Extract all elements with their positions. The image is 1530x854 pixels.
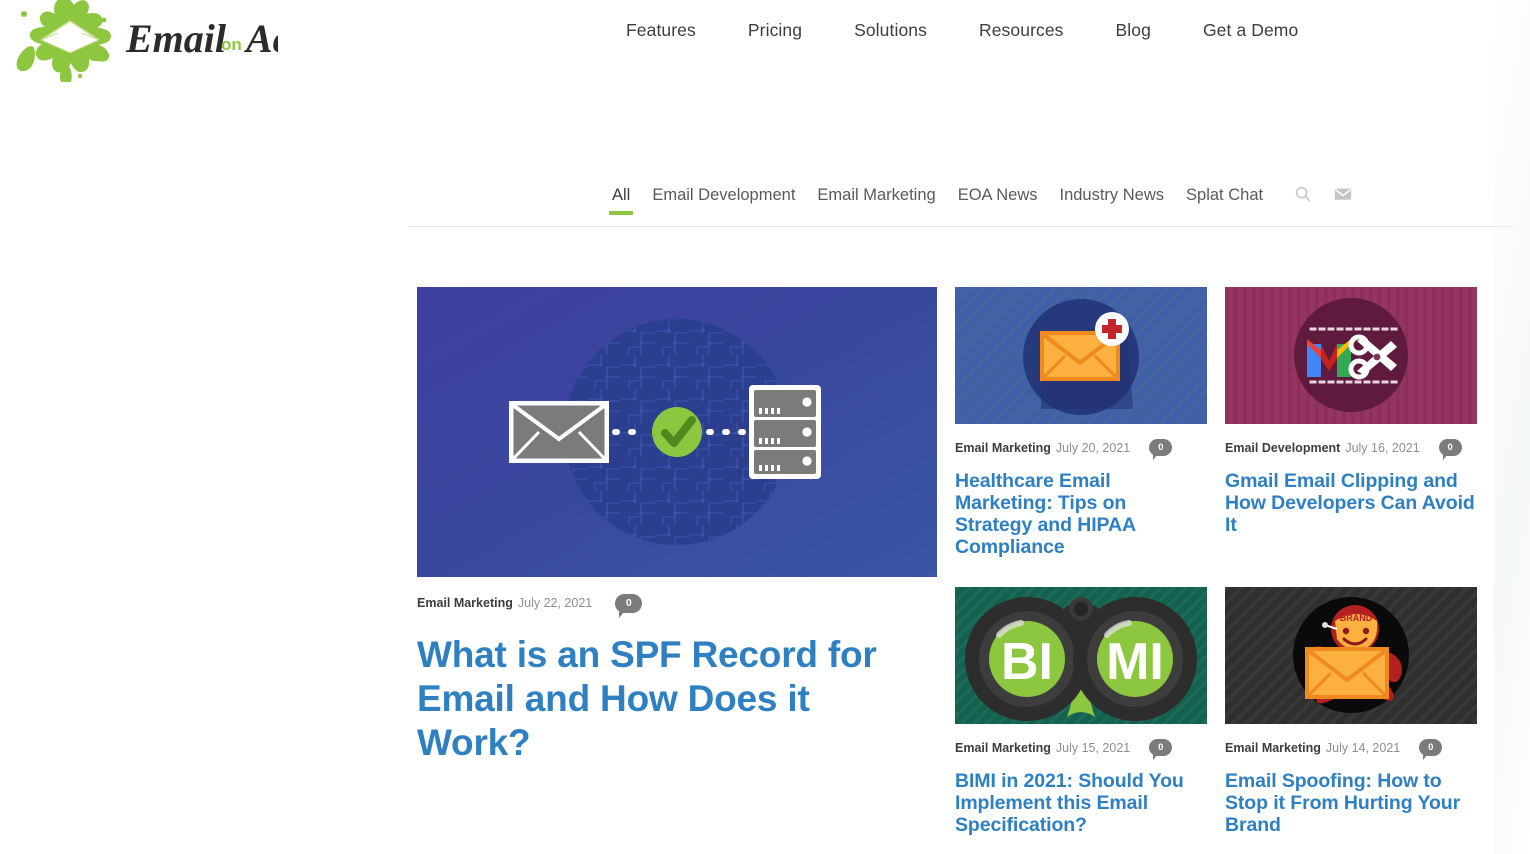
featured-post-comment-badge[interactable]: 0 — [615, 593, 643, 618]
post-meta-bimi: Email Marketing July 15, 2021 0 — [955, 738, 1207, 760]
featured-post-category[interactable]: Email Marketing — [417, 596, 513, 610]
post-meta-healthcare: Email Marketing July 20, 2021 0 — [955, 438, 1207, 460]
featured-post-meta: Email Marketing July 22, 2021 0 — [417, 593, 937, 618]
post-thumbnail-bimi[interactable]: BI MI — [955, 587, 1207, 724]
featured-post-comment-count: 0 — [625, 597, 632, 609]
post-comment-count-email-spoofing: 0 — [1428, 742, 1434, 753]
svg-text:MI: MI — [1106, 633, 1164, 691]
post-title-gmail-clipping[interactable]: Gmail Email Clipping and How Developers … — [1225, 470, 1477, 536]
post-card-email-spoofing: BRAND Email Marketing July 14, 2021 0 Em… — [1225, 587, 1477, 836]
post-date-gmail-clipping: July 16, 2021 — [1345, 440, 1420, 455]
post-date-healthcare: July 20, 2021 — [1055, 440, 1131, 455]
post-category-email-spoofing[interactable]: Email Marketing — [1225, 741, 1321, 755]
post-comment-badge-email-spoofing[interactable]: 0 — [1419, 739, 1443, 760]
post-card-gmail-clipping: Email Development July 16, 2021 0 Gmail … — [1225, 287, 1477, 536]
post-title-healthcare[interactable]: Healthcare Email Marketing: Tips on Stra… — [955, 470, 1207, 558]
post-thumbnail-gmail-clipping[interactable] — [1225, 287, 1477, 424]
featured-post-date: July 22, 2021 — [517, 596, 593, 610]
post-category-healthcare[interactable]: Email Marketing — [955, 441, 1051, 455]
blog-posts-area: Email Marketing July 22, 2021 0 What is … — [0, 0, 1530, 854]
svg-text:BI: BI — [1001, 633, 1053, 691]
post-comment-count-gmail-clipping: 0 — [1447, 442, 1453, 453]
post-thumbnail-healthcare[interactable] — [955, 287, 1207, 424]
post-comment-badge-bimi[interactable]: 0 — [1149, 739, 1173, 760]
post-comment-count-bimi: 0 — [1158, 742, 1164, 753]
post-comment-badge-healthcare[interactable]: 0 — [1149, 439, 1173, 460]
post-date-bimi: July 15, 2021 — [1055, 740, 1131, 755]
featured-post-thumbnail[interactable] — [417, 287, 937, 577]
mask-brand-label: BRAND — [1340, 613, 1373, 623]
post-title-bimi[interactable]: BIMI in 2021: Should You Implement this … — [955, 770, 1207, 836]
post-date-email-spoofing: July 14, 2021 — [1325, 740, 1401, 755]
post-meta-gmail-clipping: Email Development July 16, 2021 0 — [1225, 438, 1477, 460]
post-category-gmail-clipping[interactable]: Email Development — [1225, 441, 1340, 455]
post-comment-count-healthcare: 0 — [1158, 442, 1164, 453]
post-meta-email-spoofing: Email Marketing July 14, 2021 0 — [1225, 738, 1477, 760]
post-title-email-spoofing[interactable]: Email Spoofing: How to Stop it From Hurt… — [1225, 770, 1477, 836]
featured-post: Email Marketing July 22, 2021 0 What is … — [417, 287, 937, 765]
post-category-bimi[interactable]: Email Marketing — [955, 741, 1051, 755]
post-comment-badge-gmail-clipping[interactable]: 0 — [1438, 439, 1462, 460]
featured-post-title[interactable]: What is an SPF Record for Email and How … — [417, 633, 927, 765]
post-thumbnail-email-spoofing[interactable]: BRAND — [1225, 587, 1477, 724]
post-card-healthcare: Email Marketing July 20, 2021 0 Healthca… — [955, 287, 1207, 558]
post-card-bimi: BI MI Email Marketing July 15, 2021 0 BI… — [955, 587, 1207, 836]
